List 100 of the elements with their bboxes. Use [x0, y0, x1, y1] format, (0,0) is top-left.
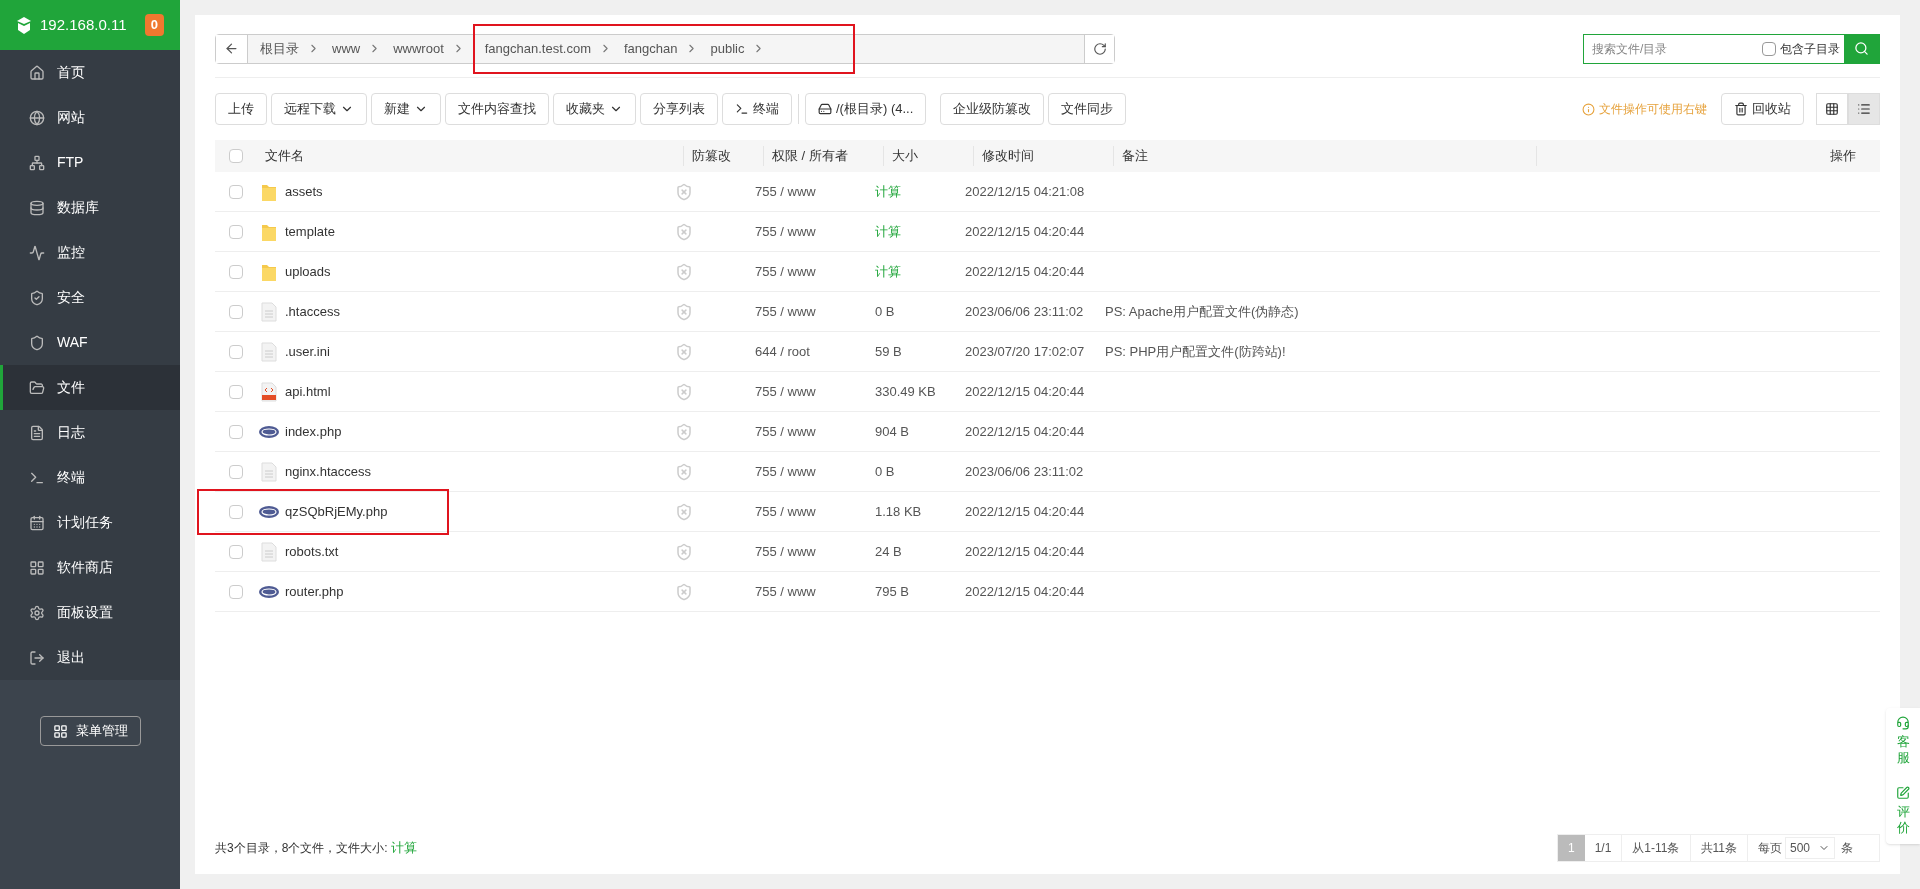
- sidebar-label: 终端: [57, 468, 85, 487]
- table-cell-text: 755 / www: [754, 422, 817, 441]
- sidebar-item[interactable]: FTP: [0, 140, 180, 185]
- checkbox[interactable]: [229, 384, 243, 399]
- shield-icon[interactable]: [675, 502, 693, 521]
- search-input[interactable]: 搜索文件/目录: [1584, 34, 1762, 63]
- column-header: 文件名: [265, 147, 305, 166]
- file-name[interactable]: .user.ini: [285, 341, 330, 362]
- file-name[interactable]: assets: [285, 181, 323, 202]
- checkbox-label: 包含子目录: [1780, 40, 1840, 58]
- file-name[interactable]: template: [285, 221, 335, 242]
- table-cell-text: PS: Apache用户配置文件(伪静态): [1104, 302, 1299, 321]
- shield-icon[interactable]: [675, 422, 693, 441]
- sidebar-label: 计划任务: [57, 513, 113, 532]
- checkbox[interactable]: [229, 584, 243, 599]
- sidebar-item[interactable]: 监控: [0, 230, 180, 275]
- file-name[interactable]: qzSQbRjEMy.php: [285, 501, 388, 522]
- checkbox[interactable]: [229, 424, 243, 439]
- shield-icon[interactable]: [675, 342, 693, 361]
- checkbox[interactable]: [229, 149, 243, 163]
- shield-icon[interactable]: [675, 542, 693, 561]
- breadcrumb-item[interactable]: fangchan: [620, 23, 707, 74]
- toolbar-button[interactable]: 文件内容查找: [445, 93, 549, 125]
- html-file-icon: [261, 381, 277, 402]
- table-cell-text: 755 / www: [754, 582, 817, 601]
- breadcrumb-item[interactable]: www: [328, 23, 390, 74]
- file-icon: [261, 301, 277, 322]
- toolbar-button[interactable]: 文件同步: [1048, 93, 1127, 125]
- toolbar-button[interactable]: 企业级防篡改: [940, 93, 1045, 125]
- table-cell-text: 755 / www: [754, 382, 817, 401]
- toolbar-button[interactable]: /(根目录) (4...: [805, 93, 927, 125]
- sidebar-item[interactable]: 数据库: [0, 185, 180, 230]
- search-icon: [1854, 41, 1869, 56]
- sidebar-item[interactable]: 安全: [0, 275, 180, 320]
- file-name[interactable]: router.php: [285, 581, 344, 602]
- sidebar-label: 文件: [57, 378, 85, 397]
- sidebar-item[interactable]: 文件: [0, 365, 180, 410]
- checkbox[interactable]: [229, 224, 243, 239]
- checkbox[interactable]: [229, 544, 243, 559]
- shield-icon[interactable]: [675, 462, 693, 481]
- shield-icon[interactable]: [675, 582, 693, 601]
- checkbox[interactable]: [1762, 41, 1776, 56]
- table-cell-text: 2022/12/15 04:20:44: [964, 262, 1086, 281]
- file-name[interactable]: api.html: [285, 381, 331, 402]
- checkbox[interactable]: [229, 184, 243, 199]
- grid-view-button[interactable]: [1816, 93, 1848, 125]
- sidebar-label: 首页: [57, 63, 85, 82]
- recycle-bin-button[interactable]: 回收站: [1721, 93, 1804, 125]
- search-field[interactable]: 搜索文件/目录 包含子目录: [1583, 33, 1880, 64]
- file-name[interactable]: .htaccess: [285, 301, 340, 322]
- toolbar-button[interactable]: 远程下载: [271, 93, 367, 125]
- file-icon: [261, 461, 277, 482]
- table-cell-text: 2022/12/15 04:20:44: [964, 222, 1086, 241]
- table-cell: 904 B: [875, 423, 909, 439]
- sidebar-item[interactable]: WAF: [0, 320, 180, 365]
- toolbar-button[interactable]: 分享列表: [640, 93, 718, 125]
- table-cell: 330.49 KB: [875, 383, 936, 399]
- back-button[interactable]: [216, 34, 248, 63]
- sidebar-item[interactable]: 终端: [0, 455, 180, 500]
- toolbar-button[interactable]: 上传: [215, 93, 267, 125]
- edit-icon: [1896, 786, 1910, 800]
- shield-icon[interactable]: [675, 262, 693, 281]
- shield-icon[interactable]: [675, 302, 693, 321]
- sidebar-item[interactable]: 软件商店: [0, 545, 180, 590]
- sidebar-item[interactable]: 首页: [0, 50, 180, 95]
- checkbox[interactable]: [229, 264, 243, 279]
- table-cell-text: PS: PHP用户配置文件(防跨站)!: [1104, 342, 1286, 361]
- shield-icon[interactable]: [675, 222, 693, 241]
- menu-manage-button[interactable]: 菜单管理: [39, 716, 141, 746]
- breadcrumb-item[interactable]: wwwroot: [389, 23, 473, 74]
- breadcrumb-item[interactable]: public: [706, 23, 856, 74]
- per-page-select[interactable]: 500: [1784, 837, 1835, 859]
- file-name[interactable]: uploads: [285, 261, 331, 282]
- logo-icon: [16, 16, 32, 34]
- file-name[interactable]: index.php: [285, 421, 342, 442]
- checkbox[interactable]: [229, 464, 243, 479]
- sidebar-item[interactable]: 网站: [0, 95, 180, 140]
- table-cell: 795 B: [875, 583, 909, 599]
- breadcrumb-item[interactable]: fangchan.test.com: [472, 23, 620, 74]
- sidebar-item[interactable]: 日志: [0, 410, 180, 455]
- shield-icon[interactable]: [675, 182, 693, 201]
- search-button[interactable]: [1844, 34, 1879, 63]
- checkbox[interactable]: [229, 344, 243, 359]
- breadcrumb-item[interactable]: 根目录: [256, 23, 328, 74]
- file-name[interactable]: robots.txt: [285, 541, 339, 562]
- sidebar-label: 安全: [57, 288, 85, 307]
- sidebar-item[interactable]: 面板设置: [0, 590, 180, 635]
- toolbar-button[interactable]: 终端: [722, 93, 792, 125]
- sidebar-item[interactable]: 计划任务: [0, 500, 180, 545]
- checkbox[interactable]: [229, 504, 243, 519]
- checkbox[interactable]: [229, 304, 243, 319]
- shield-icon[interactable]: [675, 382, 693, 401]
- refresh-button[interactable]: [1084, 34, 1114, 63]
- toolbar-button[interactable]: 收藏夹: [553, 93, 636, 125]
- toolbar-button[interactable]: 新建: [371, 93, 441, 125]
- sidebar-item[interactable]: 退出: [0, 635, 180, 680]
- file-name[interactable]: nginx.htaccess: [285, 461, 371, 482]
- table-cell-text: 2022/12/15 04:21:08: [964, 182, 1086, 201]
- globe-icon: [29, 109, 45, 126]
- settings-icon: [29, 604, 45, 621]
